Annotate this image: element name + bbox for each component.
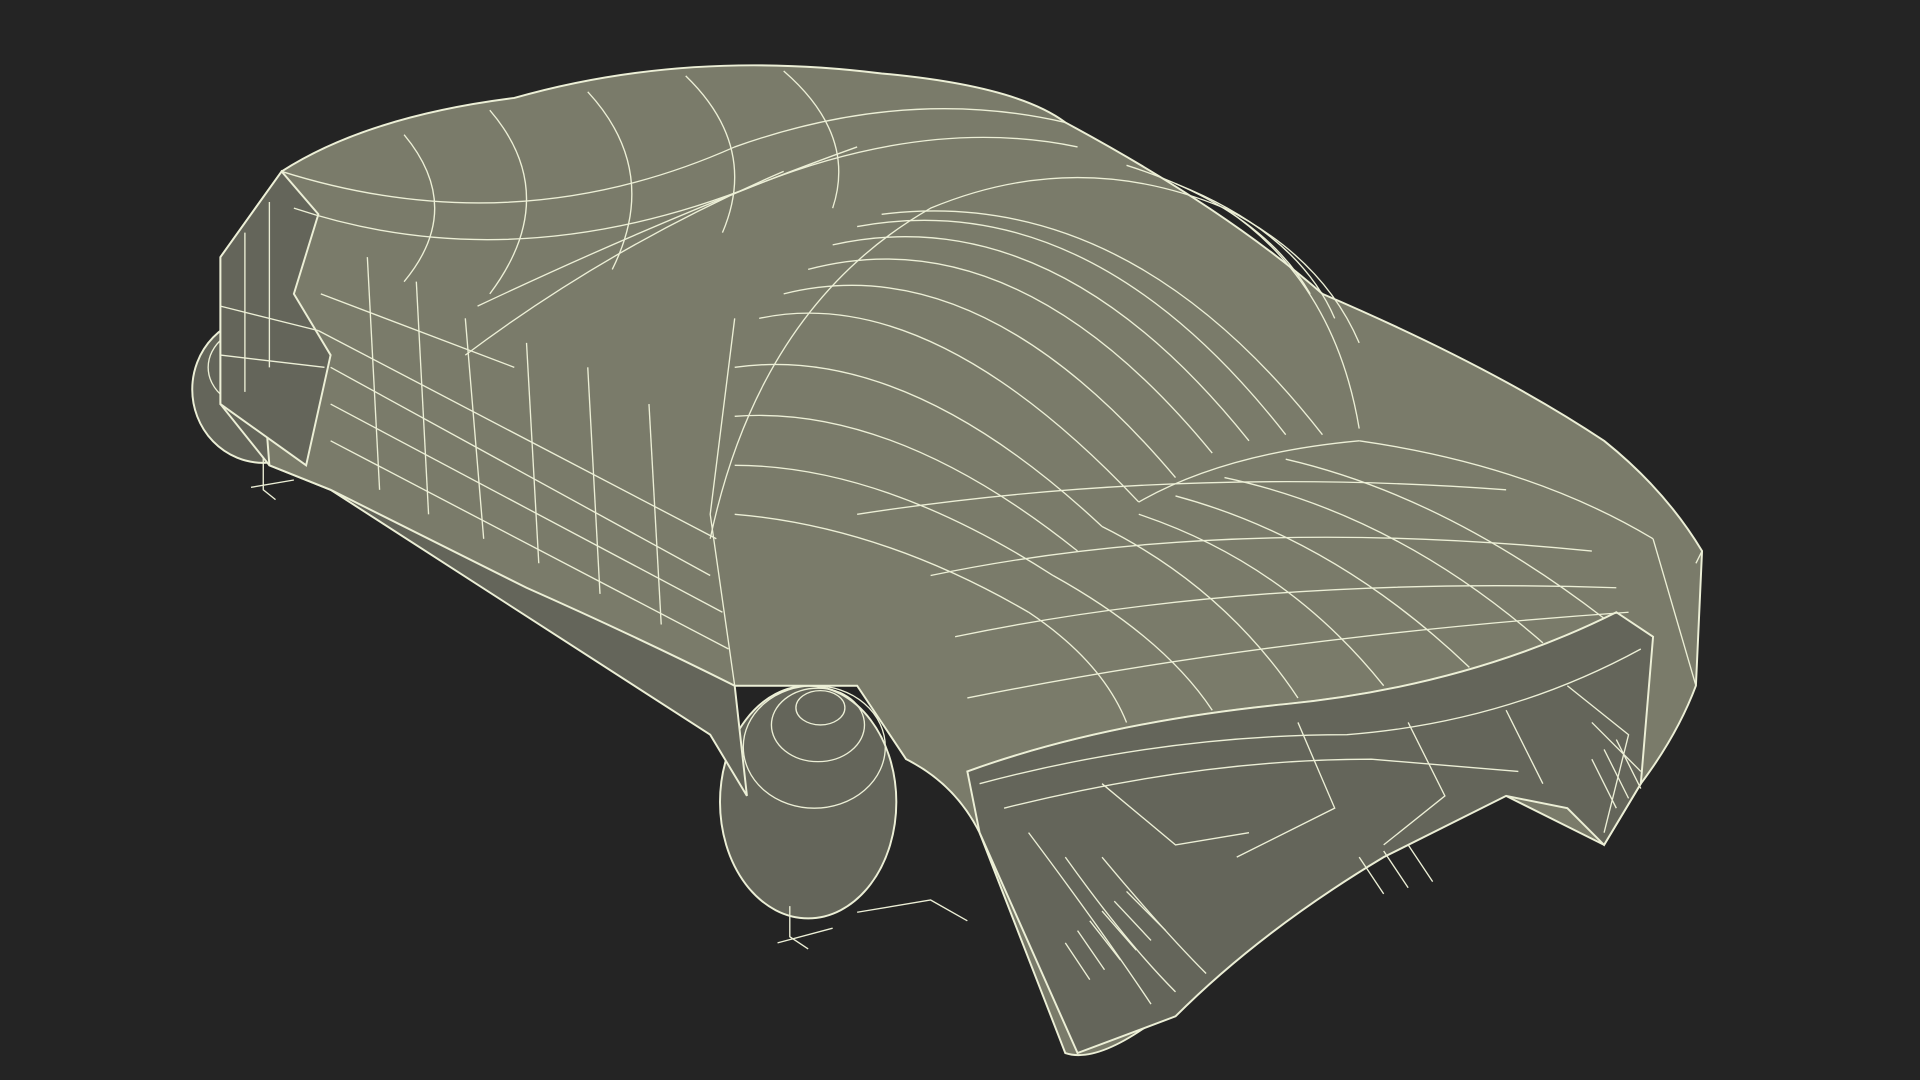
body (219, 64, 1704, 1057)
render-viewport (0, 0, 1920, 1080)
front-wheel-pod-body (719, 684, 898, 920)
wireframe-model (191, 64, 1704, 1057)
